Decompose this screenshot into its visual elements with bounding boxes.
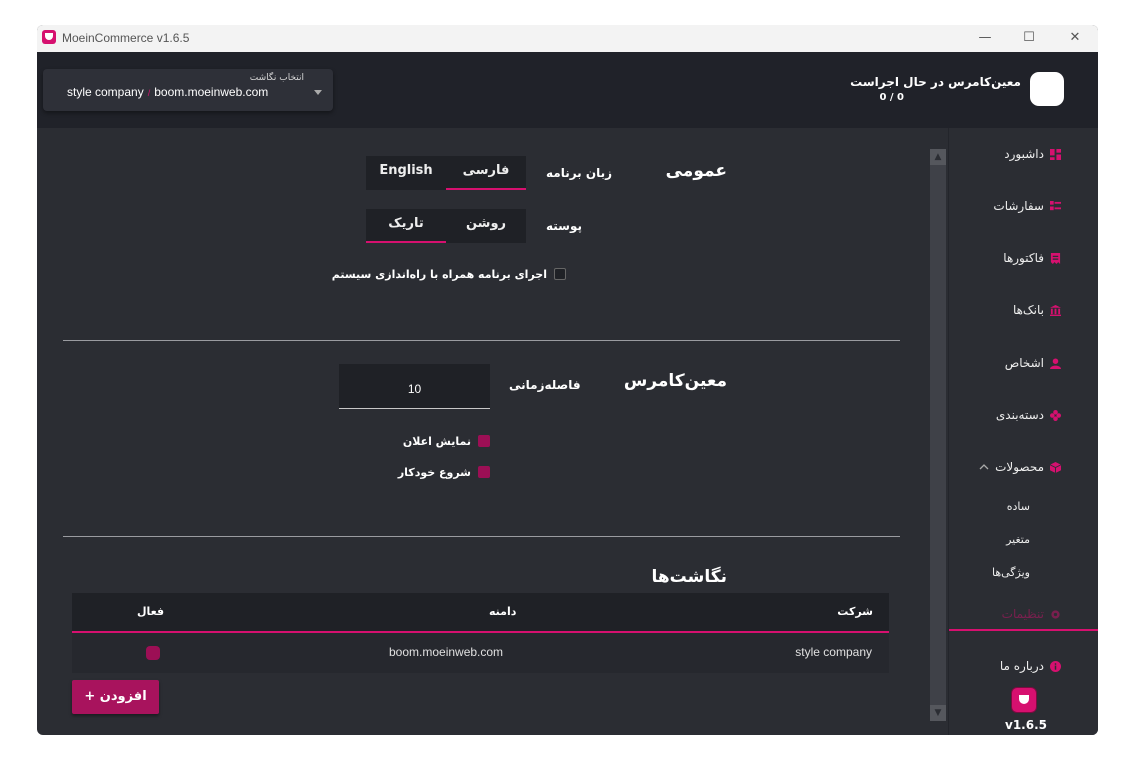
- column-company: شرکت: [837, 605, 873, 618]
- settings-content: عمومی زبان برنامه English فارسی پوسته تا…: [37, 128, 925, 735]
- mappings-table: فعال دامنه شرکت boom.moeinweb.com style …: [72, 593, 889, 673]
- category-icon: [1050, 409, 1061, 421]
- product-icon: [1050, 461, 1061, 473]
- add-mapping-button[interactable]: + افزودن: [72, 680, 159, 714]
- language-label: زبان برنامه: [546, 166, 613, 180]
- table-header: فعال دامنه شرکت: [72, 593, 889, 633]
- selected-company: style company: [67, 85, 144, 99]
- invoice-icon: [1050, 252, 1061, 264]
- selected-domain: boom.moeinweb.com: [154, 85, 269, 99]
- settings-active-indicator: [949, 629, 1098, 631]
- chevron-up-icon: [979, 464, 989, 470]
- sidebar-item-label: تنظیمات: [1001, 607, 1044, 621]
- active-indicator[interactable]: [146, 646, 160, 660]
- app-window: MoeinCommerce v1.6.5 — ☐ ✕ انتخاب نگاشت …: [37, 25, 1098, 735]
- scroll-down-icon[interactable]: ▼: [930, 705, 946, 721]
- status-count: 0 / 0: [879, 92, 904, 103]
- moein-section-title: معین‌کامرس: [623, 371, 727, 391]
- sidebar-item-label: سفارشات: [993, 199, 1044, 213]
- scroll-up-icon[interactable]: ▲: [930, 149, 946, 165]
- orders-icon: [1050, 200, 1061, 210]
- section-divider: [63, 536, 900, 537]
- sidebar-item-label: محصولات: [995, 460, 1044, 474]
- row-company: style company: [795, 645, 872, 659]
- app-version: v1.6.5: [1005, 718, 1047, 732]
- auto-start-label: شروع خودکار: [397, 466, 471, 479]
- sidebar-item-orders[interactable]: سفارشات: [993, 196, 1061, 216]
- sidebar-item-label: بانک‌ها: [1012, 303, 1044, 317]
- bank-icon: [1050, 304, 1061, 316]
- mapping-select-label: انتخاب نگاشت: [249, 73, 304, 83]
- info-icon: [1050, 660, 1061, 672]
- title-bar: MoeinCommerce v1.6.5 — ☐ ✕: [37, 25, 1098, 52]
- skin-option-light[interactable]: روشن: [446, 209, 526, 243]
- gear-icon: [1051, 609, 1060, 619]
- language-toggle: English فارسی: [366, 156, 526, 190]
- sidebar-item-invoices[interactable]: فاکتورها: [1003, 248, 1061, 268]
- sidebar-item-label: فاکتورها: [1003, 251, 1044, 265]
- interval-input[interactable]: 10: [339, 364, 490, 409]
- interval-label: فاصله‌زمانی: [509, 378, 581, 392]
- skin-option-dark[interactable]: تاریک: [366, 209, 446, 243]
- chevron-down-icon: [314, 90, 322, 95]
- sidebar-item-label: درباره ما: [999, 659, 1044, 673]
- auto-start-checkbox[interactable]: [478, 466, 490, 478]
- show-notification-checkbox[interactable]: [478, 435, 490, 447]
- avatar: [1030, 72, 1064, 106]
- sidebar-item-dashboard[interactable]: داشبورد: [1004, 144, 1061, 164]
- minimize-button[interactable]: —: [962, 25, 1008, 52]
- sidebar-item-products[interactable]: محصولات: [979, 457, 1061, 477]
- sidebar-item-persons[interactable]: اشخاص: [1005, 353, 1061, 373]
- sidebar-subitem-simple[interactable]: ساده: [1007, 500, 1030, 513]
- table-row[interactable]: boom.moeinweb.com style company: [72, 633, 889, 673]
- mapping-select[interactable]: انتخاب نگاشت style company / boom.moeinweb…: [43, 69, 333, 111]
- dashboard-icon: [1050, 148, 1061, 160]
- sidebar-item-label: اشخاص: [1004, 356, 1044, 370]
- section-divider: [63, 340, 900, 341]
- sidebar: داشبورد سفارشات فاکتورها بانک‌ها اشخاص د…: [948, 128, 1098, 735]
- language-option-english[interactable]: English: [366, 156, 446, 190]
- app-header: انتخاب نگاشت style company / boom.moeinweb…: [37, 52, 1098, 128]
- column-domain: دامنه: [489, 605, 517, 618]
- row-domain: boom.moeinweb.com: [389, 645, 504, 659]
- close-button[interactable]: ✕: [1052, 25, 1098, 52]
- sidebar-item-banks[interactable]: بانک‌ها: [1013, 300, 1061, 320]
- mappings-section-title: نگاشت‌ها: [651, 567, 727, 587]
- status-title: معین‌کامرس در حال اجراست: [850, 75, 1021, 89]
- show-notification-label: نمایش اعلان: [402, 435, 471, 448]
- mapping-select-value: style company / boom.moeinweb.com: [67, 85, 268, 99]
- app-logo-icon: [1012, 688, 1036, 712]
- general-section-title: عمومی: [665, 161, 727, 181]
- language-option-farsi[interactable]: فارسی: [446, 156, 526, 190]
- window-title: MoeinCommerce v1.6.5: [62, 31, 190, 45]
- skin-label: پوسته: [546, 219, 583, 233]
- column-active: فعال: [137, 605, 165, 618]
- selected-separator: /: [147, 88, 151, 98]
- app-logo-icon: [42, 30, 56, 44]
- startup-label: اجرای برنامه همراه با راه‌اندازی سیستم: [331, 268, 547, 281]
- sidebar-item-categories[interactable]: دسته‌بندی: [996, 405, 1061, 425]
- maximize-button[interactable]: ☐: [1006, 25, 1052, 52]
- sidebar-item-settings[interactable]: تنظیمات: [1002, 604, 1061, 624]
- sidebar-subitem-attributes[interactable]: ویژگی‌ها: [992, 566, 1030, 579]
- person-icon: [1050, 357, 1061, 369]
- main-scrollbar[interactable]: ▲ ▼: [930, 149, 946, 721]
- sidebar-subitem-variable[interactable]: متغیر: [1006, 533, 1030, 546]
- sidebar-item-label: دسته‌بندی: [995, 408, 1044, 422]
- skin-toggle: تاریک روشن: [366, 209, 526, 243]
- startup-checkbox[interactable]: [554, 268, 566, 280]
- sidebar-item-label: داشبورد: [1004, 147, 1044, 161]
- sidebar-item-about[interactable]: درباره ما: [1000, 656, 1061, 676]
